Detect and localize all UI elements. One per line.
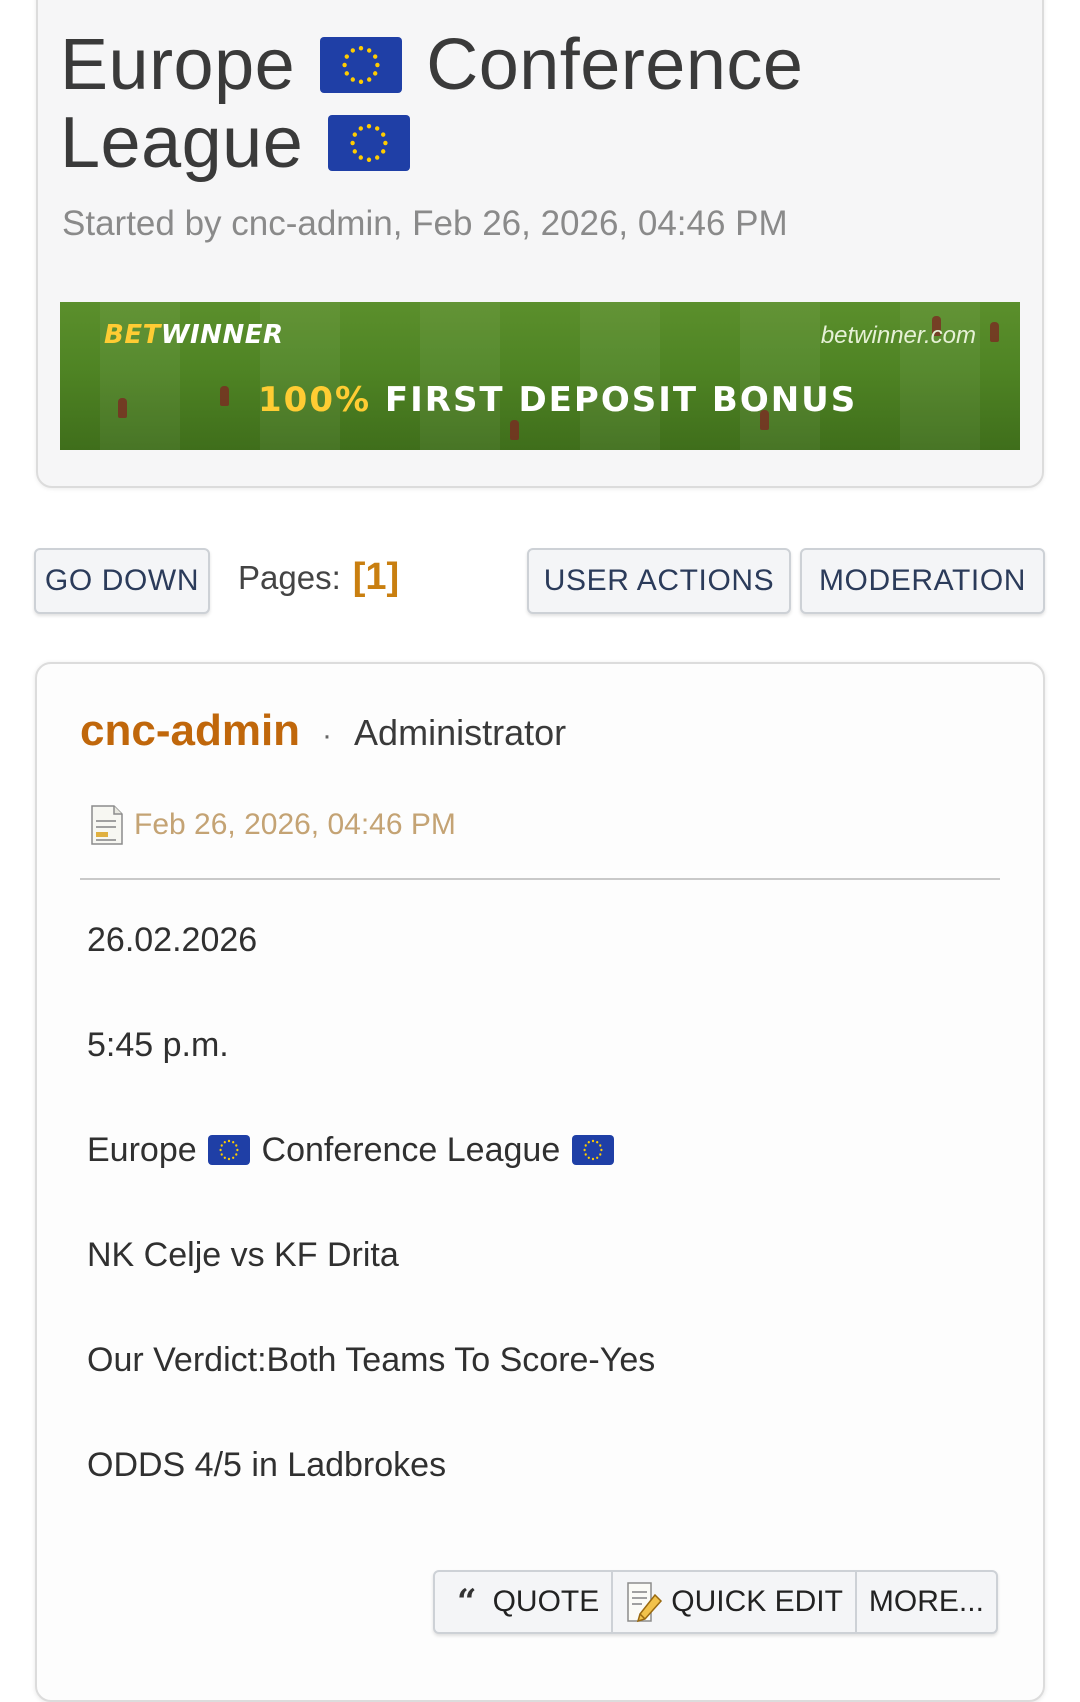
topic-title-part3: League xyxy=(60,103,304,183)
eu-flag-icon xyxy=(319,36,402,93)
poster-info: cnc-admin · Administrator xyxy=(80,706,566,756)
poster-separator: · xyxy=(322,719,333,752)
poster-name-link[interactable]: cnc-admin xyxy=(80,706,300,756)
more-button[interactable]: MORE... xyxy=(857,1572,996,1632)
quote-button[interactable]: “ QUOTE xyxy=(435,1572,614,1632)
post-league-part2: Conference League xyxy=(261,1131,561,1169)
quick-edit-button[interactable]: QUICK EDIT xyxy=(613,1572,857,1632)
go-down-button[interactable]: GO DOWN xyxy=(34,548,210,614)
post-line-date: 26.02.2026 xyxy=(87,921,258,959)
pages-label: Pages: xyxy=(238,559,341,596)
quote-label: QUOTE xyxy=(492,1585,600,1618)
poster-role: Administrator xyxy=(354,712,567,753)
post-date-link[interactable]: Feb 26, 2026, 04:46 PM xyxy=(134,808,456,842)
moderation-button[interactable]: MODERATION xyxy=(800,548,1045,614)
quick-edit-label: QUICK EDIT xyxy=(671,1585,843,1618)
banner-domain: betwinner.com xyxy=(820,322,976,349)
current-page-link[interactable]: [1] xyxy=(353,556,399,598)
user-actions-button[interactable]: USER ACTIONS xyxy=(527,548,791,614)
topic-started-by: Started by cnc-admin, Feb 26, 2026, 04:4… xyxy=(62,204,788,243)
edit-icon xyxy=(627,1582,663,1623)
pagination: Pages: [1] xyxy=(238,556,399,599)
betwinner-banner[interactable]: BETWINNER betwinner.com 100% FIRST DEPOS… xyxy=(60,302,1020,450)
post-league-part1: Europe xyxy=(87,1131,197,1169)
post-line-verdict: Our Verdict:Both Teams To Score-Yes xyxy=(87,1341,656,1379)
quote-icon: “ xyxy=(457,1582,477,1622)
topic-title-part2: Conference xyxy=(426,25,804,105)
banner-offer-text: FIRST DEPOSIT BONUS xyxy=(384,380,858,420)
document-icon xyxy=(91,805,123,845)
eu-flag-icon xyxy=(208,1135,251,1166)
eu-flag-icon xyxy=(327,114,410,171)
post-line-league: Europe Conference League xyxy=(87,1130,987,1170)
post-line-match: NK Celje vs KF Drita xyxy=(87,1236,399,1274)
banner-offer-percent: 100% xyxy=(258,380,372,420)
banner-offer: 100% FIRST DEPOSIT BONUS xyxy=(258,380,857,420)
post-line-odds: ODDS 4/5 in Ladbrokes xyxy=(87,1446,447,1484)
banner-brand-logo: BETWINNER xyxy=(104,320,284,350)
post-line-time: 5:45 p.m. xyxy=(87,1026,229,1064)
topic-title-part1: Europe xyxy=(60,25,296,105)
post-meta: Feb 26, 2026, 04:46 PM xyxy=(90,804,456,846)
post-body: 26.02.2026 5:45 p.m. Europe Conference L… xyxy=(87,920,987,1550)
post-actions: “ QUOTE QUICK EDIT MORE... xyxy=(433,1570,998,1634)
topic-title: Europe Conference League xyxy=(60,26,960,182)
post-divider xyxy=(80,878,1000,880)
more-label: MORE... xyxy=(868,1585,984,1618)
eu-flag-icon xyxy=(571,1135,614,1166)
